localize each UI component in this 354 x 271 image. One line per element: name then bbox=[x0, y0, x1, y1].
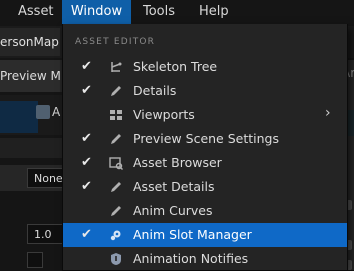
value-field[interactable]: 1.0 bbox=[27, 224, 63, 244]
menu-item-label: Skeleton Tree bbox=[133, 59, 218, 74]
menu-item-anim-curves[interactable]: Anim Curves bbox=[63, 199, 347, 223]
skeleton-tree-icon bbox=[111, 62, 122, 72]
menu-item-preview-scene-settings[interactable]: ✔ Preview Scene Settings bbox=[63, 127, 347, 151]
menu-bar: Asset Window Tools Help bbox=[0, 0, 354, 24]
check-icon: ✔ bbox=[81, 179, 92, 194]
panel-tab-label[interactable]: A bbox=[52, 105, 60, 119]
menu-item-skeleton-tree[interactable]: ✔ Skeleton Tree bbox=[63, 55, 347, 79]
menu-item-label: Asset Details bbox=[133, 179, 215, 194]
anim-slot-manager-icon bbox=[110, 230, 121, 241]
preview-mesh-label: Preview Me bbox=[0, 69, 60, 83]
menu-item-label: Viewports bbox=[133, 107, 195, 122]
asset-tab[interactable]: ersonMap bbox=[0, 28, 60, 56]
section-header: ASSET EDITOR bbox=[75, 37, 156, 47]
menu-item-label: Anim Slot Manager bbox=[133, 227, 252, 242]
check-icon: ✔ bbox=[81, 83, 92, 98]
menu-item-label: Animation Notifies bbox=[133, 251, 249, 266]
window-menu-dropdown: ASSET EDITOR ✔ Skeleton Tree ✔ Details V… bbox=[62, 24, 348, 271]
preview-mesh-button[interactable]: Preview Me bbox=[0, 60, 60, 92]
details-pencil-icon bbox=[111, 86, 121, 96]
submenu-arrow-icon: › bbox=[325, 105, 331, 121]
menu-item-viewports[interactable]: Viewports › bbox=[63, 103, 347, 127]
menu-item-label: Anim Curves bbox=[133, 203, 213, 218]
menu-asset[interactable]: Asset bbox=[18, 0, 54, 24]
none-dropdown[interactable]: None bbox=[27, 168, 63, 188]
anim-curves-pencil-icon bbox=[111, 206, 121, 216]
check-icon: ✔ bbox=[81, 227, 92, 242]
menu-item-label: Preview Scene Settings bbox=[133, 131, 279, 146]
check-icon: ✔ bbox=[81, 131, 92, 146]
panel-tab-highlight bbox=[0, 101, 38, 133]
menu-item-details[interactable]: ✔ Details bbox=[63, 79, 347, 103]
asset-tab-label: ersonMap bbox=[0, 35, 59, 49]
check-icon: ✔ bbox=[81, 155, 92, 170]
menu-window[interactable]: Window bbox=[62, 0, 131, 24]
animation-notifies-icon bbox=[111, 253, 121, 265]
bg-checkbox[interactable] bbox=[27, 252, 43, 268]
menu-item-asset-browser[interactable]: ✔ Asset Browser bbox=[63, 151, 347, 175]
asset-browser-icon bbox=[109, 157, 123, 170]
asset-details-pencil-icon bbox=[111, 182, 121, 192]
viewports-grid-icon bbox=[110, 110, 122, 120]
menu-item-label: Asset Browser bbox=[133, 155, 222, 170]
menu-help[interactable]: Help bbox=[199, 0, 229, 24]
menu-item-anim-slot-manager[interactable]: ✔ Anim Slot Manager bbox=[63, 223, 347, 247]
check-icon: ✔ bbox=[81, 59, 92, 74]
menu-item-animation-notifies[interactable]: Animation Notifies bbox=[63, 247, 347, 271]
menu-tools[interactable]: Tools bbox=[143, 0, 175, 24]
menu-item-asset-details[interactable]: ✔ Asset Details bbox=[63, 175, 347, 199]
panel-tab-icon bbox=[36, 105, 50, 119]
menu-item-label: Details bbox=[133, 83, 177, 98]
preview-scene-pencil-icon bbox=[111, 134, 121, 144]
